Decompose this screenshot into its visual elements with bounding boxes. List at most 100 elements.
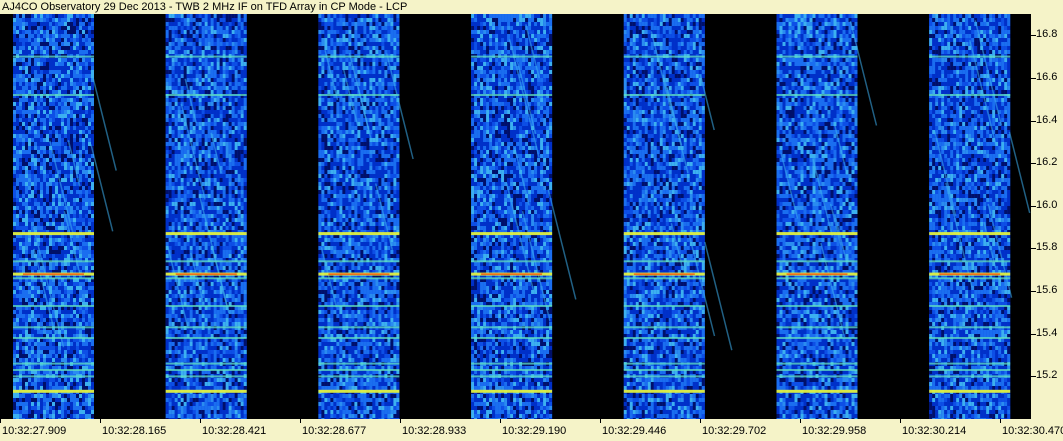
- noise-cell: [22, 78, 25, 82]
- noise-cell: [166, 50, 169, 54]
- rfi-line: [13, 390, 94, 393]
- noise-cell: [85, 74, 88, 78]
- noise-cell: [193, 50, 196, 54]
- noise-cell: [31, 266, 34, 270]
- noise-cell: [40, 186, 43, 190]
- noise-cell: [82, 406, 85, 410]
- noise-cell: [202, 58, 205, 62]
- noise-cell: [28, 122, 31, 126]
- noise-cell: [13, 154, 16, 158]
- noise-cell: [73, 342, 76, 346]
- noise-cell: [82, 254, 85, 258]
- noise-cell: [37, 206, 40, 210]
- noise-cell: [49, 14, 52, 18]
- noise-cell: [40, 246, 43, 250]
- noise-cell: [88, 58, 91, 62]
- noise-cell: [19, 242, 22, 246]
- noise-cell: [76, 74, 79, 78]
- noise-cell: [208, 58, 211, 62]
- noise-cell: [25, 406, 28, 410]
- noise-cell: [34, 30, 37, 34]
- noise-cell: [31, 218, 34, 222]
- noise-cell: [85, 226, 88, 230]
- noise-cell: [19, 98, 22, 102]
- noise-cell: [16, 170, 19, 174]
- noise-cell: [64, 290, 67, 294]
- noise-cell: [223, 86, 226, 90]
- noise-cell: [73, 310, 76, 314]
- noise-cell: [19, 14, 22, 18]
- noise-cell: [70, 262, 73, 266]
- noise-cell: [235, 86, 238, 90]
- noise-cell: [244, 18, 247, 22]
- noise-cell: [91, 314, 94, 318]
- noise-cell: [19, 214, 22, 218]
- noise-cell: [49, 386, 52, 390]
- noise-cell: [85, 142, 88, 146]
- noise-cell: [70, 118, 73, 122]
- burst-streak: [91, 71, 116, 171]
- noise-cell: [31, 298, 34, 302]
- noise-cell: [73, 226, 76, 230]
- noise-cell: [79, 246, 82, 250]
- noise-cell: [55, 298, 58, 302]
- noise-cell: [31, 198, 34, 202]
- noise-cell: [76, 394, 79, 398]
- noise-cell: [49, 226, 52, 230]
- noise-cell: [85, 170, 88, 174]
- noise-cell: [22, 254, 25, 258]
- noise-cell: [70, 250, 73, 254]
- noise-cell: [19, 18, 22, 22]
- noise-cell: [79, 286, 82, 290]
- noise-cell: [31, 382, 34, 386]
- noise-cell: [31, 190, 34, 194]
- noise-cell: [205, 82, 208, 86]
- noise-cell: [22, 218, 25, 222]
- noise-cell: [88, 238, 91, 242]
- noise-cell: [55, 266, 58, 270]
- noise-cell: [16, 82, 19, 86]
- noise-cell: [34, 386, 37, 390]
- noise-cell: [22, 70, 25, 74]
- noise-cell: [67, 406, 70, 410]
- noise-cell: [43, 198, 46, 202]
- noise-cell: [28, 98, 31, 102]
- noise-cell: [226, 46, 229, 50]
- noise-cell: [67, 90, 70, 94]
- noise-cell: [79, 110, 82, 114]
- noise-cell: [238, 14, 241, 18]
- noise-cell: [199, 34, 202, 38]
- noise-cell: [211, 18, 214, 22]
- noise-cell: [25, 198, 28, 202]
- noise-cell: [43, 214, 46, 218]
- noise-cell: [43, 18, 46, 22]
- noise-cell: [37, 98, 40, 102]
- rfi-line: [13, 375, 94, 377]
- noise-cell: [22, 110, 25, 114]
- noise-cell: [187, 98, 190, 102]
- noise-cell: [16, 138, 19, 142]
- noise-cell: [76, 250, 79, 254]
- noise-cell: [73, 282, 76, 286]
- noise-cell: [37, 146, 40, 150]
- noise-cell: [88, 34, 91, 38]
- noise-cell: [25, 110, 28, 114]
- noise-cell: [91, 50, 94, 54]
- noise-cell: [43, 226, 46, 230]
- noise-cell: [184, 86, 187, 90]
- noise-cell: [52, 110, 55, 114]
- noise-cell: [49, 254, 52, 258]
- noise-cell: [85, 202, 88, 206]
- noise-cell: [67, 174, 70, 178]
- noise-cell: [52, 178, 55, 182]
- noise-cell: [22, 162, 25, 166]
- noise-cell: [34, 310, 37, 314]
- noise-cell: [31, 394, 34, 398]
- noise-cell: [52, 266, 55, 270]
- noise-cell: [214, 14, 217, 18]
- noise-cell: [40, 158, 43, 162]
- noise-cell: [85, 238, 88, 242]
- noise-cell: [91, 246, 94, 250]
- noise-cell: [73, 58, 76, 62]
- noise-cell: [76, 162, 79, 166]
